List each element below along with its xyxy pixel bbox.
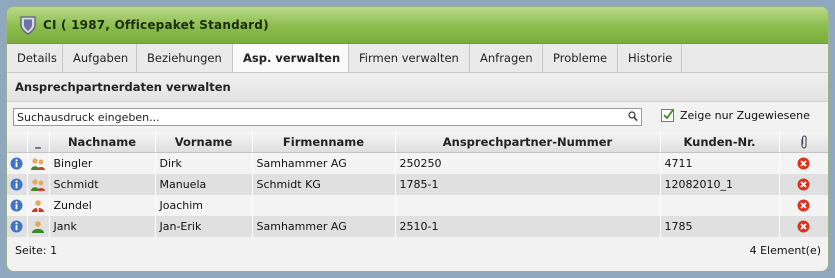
search-input[interactable] (14, 109, 617, 125)
cell-firmenname (252, 195, 396, 216)
table-header: _ Nachname Vorname Firmenname Ansprechpa… (7, 132, 828, 153)
search-box (13, 108, 642, 126)
assigned-checkbox[interactable] (661, 109, 674, 122)
delete-icon[interactable] (797, 199, 810, 212)
col-firmenname[interactable]: Firmenname (252, 132, 396, 153)
tab-details[interactable]: Details (7, 44, 63, 72)
tab-firmen-verwalten[interactable]: Firmen verwalten (349, 44, 470, 72)
info-icon[interactable] (10, 199, 23, 212)
page-indicator: Seite: 1 (15, 243, 58, 257)
tab-anfragen[interactable]: Anfragen (470, 44, 543, 72)
app-shield-icon (19, 15, 37, 35)
col-vorname[interactable]: Vorname (155, 132, 253, 153)
person-icon (30, 220, 46, 233)
col-ansprechpartner-nummer[interactable]: Ansprechpartner-Nummer (395, 132, 661, 153)
cell-vorname: Joachim (155, 195, 253, 216)
tab-bar: Details Aufgaben Beziehungen Asp. verwal… (7, 44, 828, 73)
tab-probleme[interactable]: Probleme (543, 44, 618, 72)
cell-firmenname: Samhammer AG (252, 216, 396, 237)
cell-firmenname: Schmidt KG (252, 174, 396, 195)
info-icon[interactable] (10, 220, 23, 233)
group-icon (30, 157, 46, 170)
section-title: Ansprechpartnerdaten verwalten (7, 73, 828, 102)
element-count: 4 Element(e) (749, 243, 821, 257)
col-info (7, 132, 28, 153)
tab-historie[interactable]: Historie (618, 44, 682, 72)
cell-nummer (395, 195, 661, 216)
cell-kunden-nr: 1785 (660, 216, 780, 237)
main-window: CI ( 1987, Officepaket Standard) Details… (6, 6, 829, 272)
cell-vorname: Jan-Erik (155, 216, 253, 237)
cell-kunden-nr (660, 195, 780, 216)
cell-kunden-nr: 4711 (660, 152, 780, 174)
cell-nummer: 2510-1 (395, 216, 661, 237)
col-attachment (779, 132, 828, 153)
contact-alert-icon (30, 199, 46, 212)
tab-beziehungen[interactable]: Beziehungen (137, 44, 233, 72)
col-kunden-nr[interactable]: Kunden-Nr. (660, 132, 780, 153)
table-row[interactable]: Jank Jan-Erik Samhammer AG 2510-1 1785 (7, 216, 828, 237)
search-icon[interactable] (628, 111, 638, 125)
title-bar: CI ( 1987, Officepaket Standard) (7, 7, 828, 44)
filter-bar: Zeige nur Zugewiesene (7, 102, 828, 132)
cell-kunden-nr: 12082010_1 (660, 174, 780, 195)
col-type[interactable]: _ (27, 132, 50, 153)
assigned-filter[interactable]: Zeige nur Zugewiesene (661, 109, 810, 122)
delete-icon[interactable] (797, 220, 810, 233)
cell-vorname: Manuela (155, 174, 253, 195)
cell-vorname: Dirk (155, 152, 253, 174)
table-row[interactable]: Schmidt Manuela Schmidt KG 1785-1 120820… (7, 174, 828, 195)
col-nachname[interactable]: Nachname (49, 132, 156, 153)
cell-nachname: Zundel (49, 195, 156, 216)
delete-icon[interactable] (797, 157, 810, 170)
tab-asp-verwalten[interactable]: Asp. verwalten (233, 44, 349, 72)
group-icon (30, 178, 46, 191)
table-footer: Seite: 1 4 Element(e) (7, 237, 828, 263)
delete-icon[interactable] (797, 178, 810, 191)
contacts-table: _ Nachname Vorname Firmenname Ansprechpa… (7, 132, 828, 237)
cell-nummer: 250250 (395, 152, 661, 174)
cell-nachname: Bingler (49, 152, 156, 174)
info-icon[interactable] (10, 178, 23, 191)
cell-nachname: Jank (49, 216, 156, 237)
window-title: CI ( 1987, Officepaket Standard) (43, 18, 269, 32)
cell-nummer: 1785-1 (395, 174, 661, 195)
info-icon[interactable] (10, 157, 23, 170)
cell-nachname: Schmidt (49, 174, 156, 195)
tab-aufgaben[interactable]: Aufgaben (63, 44, 137, 72)
paperclip-icon (800, 135, 808, 149)
table-row[interactable]: Zundel Joachim (7, 195, 828, 216)
assigned-checkbox-label: Zeige nur Zugewiesene (680, 109, 810, 122)
table-row[interactable]: Bingler Dirk Samhammer AG 250250 4711 (7, 152, 828, 174)
cell-firmenname: Samhammer AG (252, 152, 396, 174)
